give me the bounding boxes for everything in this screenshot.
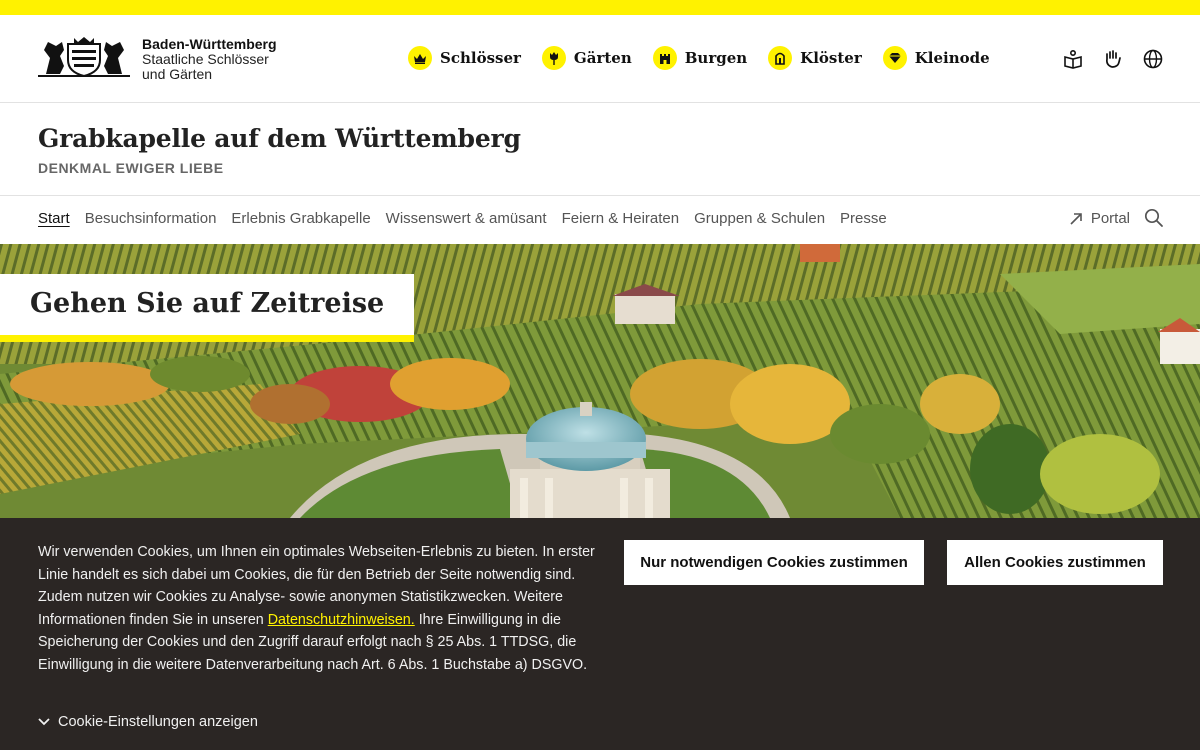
category-label: Burgen — [684, 49, 748, 67]
category-kloester[interactable]: Klöster — [768, 46, 862, 70]
category-nav: Schlösser Gärten Burgen Klöster Kleinode — [408, 46, 1011, 70]
page-title-bar: Grabkapelle auf dem Württemberg DENKMAL … — [0, 103, 1200, 196]
top-accent-bar — [0, 0, 1200, 15]
nav-item-start[interactable]: Start — [38, 210, 70, 227]
nav-item-erlebnis[interactable]: Erlebnis Grabkapelle — [231, 210, 370, 227]
page-title: Grabkapelle auf dem Württemberg — [38, 124, 521, 153]
category-label: Klöster — [800, 49, 862, 67]
accept-all-button[interactable]: Allen Cookies zustimmen — [947, 540, 1163, 585]
nav-item-gruppen[interactable]: Gruppen & Schulen — [694, 210, 825, 227]
search-icon — [1144, 208, 1163, 227]
hero-heading: Gehen Sie auf Zeitreise — [30, 288, 385, 319]
section-nav: Start Besuchsinformation Erlebnis Grabka… — [0, 196, 1200, 244]
chevron-down-icon — [38, 718, 50, 726]
castle-icon — [652, 46, 677, 70]
arrow-up-right-icon — [1070, 212, 1082, 225]
hero-image: Gehen Sie auf Zeitreise — [0, 244, 1200, 518]
gem-icon — [882, 46, 907, 70]
category-label: Gärten — [573, 49, 632, 67]
brand-text: Baden-Württemberg Staatliche Schlösser u… — [142, 37, 277, 82]
sign-language-icon[interactable] — [1102, 48, 1124, 70]
brand-line-1: Baden-Württemberg — [142, 36, 277, 52]
cookie-banner: Wir verwenden Cookies, um Ihnen ein opti… — [0, 518, 1200, 750]
section-nav-list: Start Besuchsinformation Erlebnis Grabka… — [38, 210, 902, 227]
nav-item-wissenswert[interactable]: Wissenswert & amüsant — [386, 210, 547, 227]
globe-icon[interactable] — [1142, 48, 1164, 70]
nav-item-feiern[interactable]: Feiern & Heiraten — [562, 210, 680, 227]
privacy-link[interactable]: Datenschutzhinweisen. — [268, 612, 415, 628]
cookie-settings-label: Cookie-Einstellungen anzeigen — [58, 714, 258, 730]
category-burgen[interactable]: Burgen — [652, 46, 748, 70]
category-gaerten[interactable]: Gärten — [541, 46, 632, 70]
cookie-settings-toggle[interactable]: Cookie-Einstellungen anzeigen — [38, 714, 258, 730]
category-label: Schlösser — [440, 49, 521, 67]
coat-of-arms-icon — [38, 37, 130, 78]
category-label: Kleinode — [914, 49, 990, 67]
site-header: Baden-Württemberg Staatliche Schlösser u… — [0, 15, 1200, 103]
brand-line-2: Staatliche Schlösser — [142, 51, 269, 67]
church-icon — [768, 46, 793, 70]
nav-item-presse[interactable]: Presse — [840, 210, 887, 227]
category-schloesser[interactable]: Schlösser — [408, 46, 521, 70]
page-subtitle: DENKMAL EWIGER LIEBE — [38, 160, 224, 176]
category-kleinode[interactable]: Kleinode — [882, 46, 990, 70]
hero-heading-box: Gehen Sie auf Zeitreise — [0, 274, 415, 342]
nav-item-besuchsinformation[interactable]: Besuchsinformation — [85, 210, 217, 227]
crown-icon — [408, 46, 432, 70]
accept-necessary-button[interactable]: Nur notwendigen Cookies zustimmen — [624, 540, 924, 585]
tulip-icon — [541, 46, 566, 70]
brand-line-3: und Gärten — [142, 66, 213, 82]
easy-language-icon[interactable] — [1062, 48, 1084, 70]
cookie-text: Wir verwenden Cookies, um Ihnen ein opti… — [38, 541, 598, 677]
portal-link[interactable]: Portal — [1069, 210, 1130, 227]
utility-nav — [1062, 48, 1164, 70]
portal-label: Portal — [1090, 210, 1130, 227]
search-button[interactable] — [1144, 208, 1164, 233]
brand-logo[interactable]: Baden-Württemberg Staatliche Schlösser u… — [38, 36, 277, 82]
